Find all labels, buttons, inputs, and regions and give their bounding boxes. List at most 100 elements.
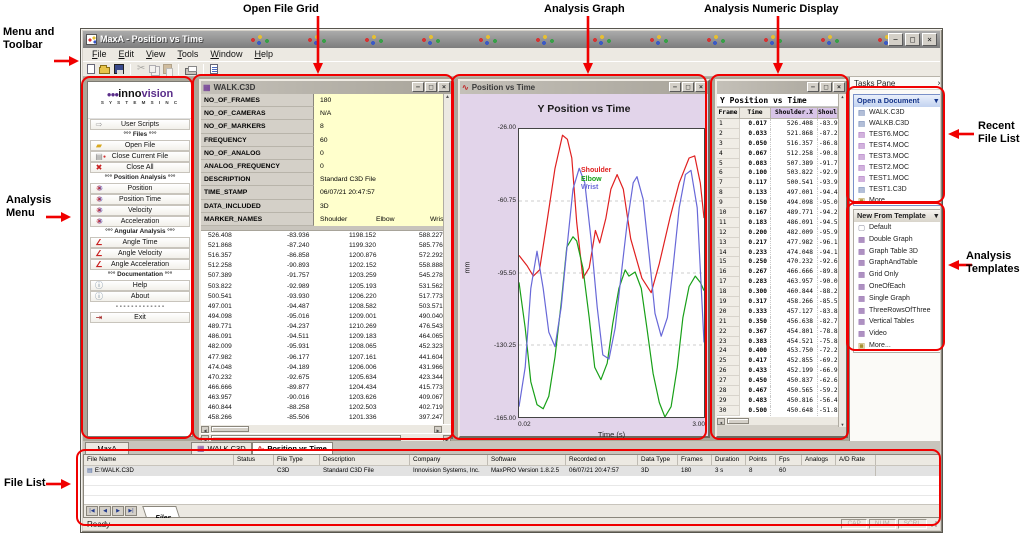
grid-data-row[interactable]: 516.357 -86.858 1200.876 572.292 [201,251,451,261]
numeric-table-row[interactable]: 26 0.433 452.199 -66.9 [717,366,846,377]
file-list-column-header[interactable]: Analogs [802,455,836,465]
numeric-table-row[interactable]: 11 0.183 486.091 -94.5 [717,217,846,228]
maximize-icon[interactable]: □ [820,82,832,92]
grid-data-row[interactable]: 526.408 -83.936 1198.152 588.227 [201,231,451,241]
grid-data-row[interactable]: 489.771 -94.237 1210.269 476.543 [201,322,451,332]
menu-item[interactable]: Edit [113,48,141,61]
file-list-column-header[interactable]: Duration [712,455,746,465]
grid-horizontal-scrollbar[interactable]: ◀ ▶ [201,423,451,433]
grid-data-row[interactable]: 507.389 -91.757 1203.259 545.278 [201,271,451,281]
recent-file-item[interactable]: TEST3.MOC [854,151,940,162]
numeric-table-row[interactable]: 16 0.267 466.666 -89.8 [717,267,846,278]
column-header[interactable]: Time [740,107,771,119]
file-list-column-header[interactable]: Points [746,455,776,465]
grid-data-row[interactable]: 500.541 -93.930 1206.220 517.773 [201,292,451,302]
sidebar-item[interactable]: °°° Angular Analysis °°° [90,227,190,237]
parameter-row[interactable]: MARKER_NAMES Shoulder Elbow Wrist [201,212,451,226]
sidebar-item[interactable]: Angle Time [90,237,190,248]
last-record-icon[interactable]: ▶| [125,506,137,516]
template-item[interactable]: Single Graph [854,293,940,305]
parameter-row[interactable]: FREQUENCY 60 [201,133,451,147]
maximize-icon[interactable]: □ [425,82,437,92]
scroll-left-icon[interactable]: ◀ [201,425,209,433]
minimize-icon[interactable]: − [807,82,819,92]
numeric-table-row[interactable]: 29 0.483 450.816 -56.4 [717,395,846,406]
parameter-row[interactable]: NO_OF_ANALOG 0 [201,146,451,160]
scroll-right-icon[interactable]: ▶ [434,425,442,433]
print-icon[interactable] [185,65,198,75]
template-item[interactable]: Default [854,222,940,234]
titlebar[interactable]: MaxA - Position vs Time − □ × [83,31,940,48]
file-list-column-header[interactable]: Fps [776,455,802,465]
numeric-table-row[interactable]: 15 0.250 470.232 -92.6 [717,257,846,268]
grid-data-row[interactable]: 482.009 -95.931 1208.065 452.323 [201,342,451,352]
scrollbar-thumb[interactable] [211,434,401,441]
new-file-icon[interactable] [87,64,95,74]
cut-icon[interactable]: ✂ [137,64,145,74]
scrollbar-thumb[interactable] [727,418,749,424]
sidebar-item[interactable]: Exit [90,312,190,323]
sidebar-item[interactable]: Angle Velocity [90,248,190,259]
numeric-table-row[interactable]: 7 0.117 500.541 -93.9 [717,178,846,189]
template-item[interactable]: GraphAndTable [854,257,940,269]
numeric-table-row[interactable]: 12 0.200 482.009 -95.9 [717,227,846,238]
minimize-icon[interactable]: − [412,82,424,92]
recent-file-item[interactable]: WALK.C3D [854,107,940,118]
recent-file-item[interactable]: TEST2.MOC [854,162,940,173]
numeric-table-row[interactable]: 17 0.283 463.957 -90.0 [717,277,846,288]
sidebar-item[interactable]: Angle Acceleration [90,259,190,270]
parameter-row[interactable]: ANALOG_FREQUENCY 0 [201,159,451,174]
first-record-icon[interactable]: |◀ [86,506,98,516]
numeric-table-row[interactable]: 3 0.050 516.357 -86.8 [717,138,846,149]
grid-data-row[interactable]: 474.048 -94.189 1206.006 431.966 [201,363,451,373]
grid-data-row[interactable]: 521.868 -87.240 1199.320 585.776 [201,241,451,251]
menu-item[interactable]: Help [248,48,279,61]
numeric-table-row[interactable]: 1 0.017 526.408 -83.9 [717,119,846,129]
numeric-table-row[interactable]: 20 0.333 457.127 -83.8 [717,306,846,317]
sidebar-item[interactable]: Open File [90,140,190,151]
maximize-icon[interactable]: □ [905,33,920,46]
numeric-table-row[interactable]: 23 0.383 454.521 -75.8 [717,336,846,347]
template-item[interactable]: Vertical Tables [854,316,940,328]
tab-maxa[interactable]: MaxA [85,442,129,454]
grid-data-row[interactable]: 486.091 -94.511 1209.183 464.065 [201,332,451,342]
grid-data-row[interactable]: 466.666 -89.877 1204.434 415.773 [201,383,451,393]
sidebar-item[interactable]: Close Current File [90,151,190,162]
tab-position-vs-time[interactable]: ∿ Position vs Time [251,442,333,454]
sidebar-item[interactable]: Position [90,183,190,194]
grid-window-titlebar[interactable]: ▦ WALK.C3D − □ × [201,81,451,94]
resize-grip[interactable] [929,519,939,529]
file-list-column-header[interactable]: Recorded on [566,455,638,465]
numeric-table-row[interactable]: 30 0.500 450.648 -51.8 [717,405,846,416]
close-icon[interactable]: × [833,82,845,92]
open-file-icon[interactable] [99,65,110,74]
file-list-column-header[interactable]: Software [488,455,566,465]
paste-icon[interactable] [163,64,174,77]
template-item[interactable]: More... [854,340,940,352]
file-list-column-header[interactable]: Description [320,455,410,465]
files-tab[interactable]: Files [142,505,180,522]
numeric-table-row[interactable]: 22 0.367 454.801 -78.8 [717,326,846,337]
recent-file-item[interactable]: TEST6.MOC [854,129,940,140]
numeric-table-row[interactable]: 14 0.233 474.048 -94.1 [717,247,846,258]
parameter-row[interactable]: DESCRIPTION Standard C3D File [201,173,451,187]
sidebar-item[interactable]: Position Time [90,194,190,205]
parameter-row[interactable]: NO_OF_CAMERAS N/A [201,107,451,121]
chevron-down-icon[interactable]: ▾ [934,95,938,107]
numeric-table-row[interactable]: 9 0.150 494.098 -95.0 [717,198,846,209]
column-header[interactable]: Shoulder.X [771,107,818,119]
numeric-table-row[interactable]: 21 0.350 456.638 -82.7 [717,316,846,327]
sidebar-item[interactable]: °°° Position Analysis °°° [90,173,190,183]
file-list-column-header[interactable]: File Name [84,455,234,465]
maximize-icon[interactable]: □ [682,82,694,92]
numeric-table-row[interactable]: 19 0.317 458.266 -85.5 [717,297,846,307]
grid-data-row[interactable]: 512.258 -90.893 1202.152 558.888 [201,261,451,271]
menu-item[interactable]: View [140,48,171,61]
grid-data-row[interactable]: 463.957 -90.016 1203.626 409.067 [201,393,451,403]
recent-file-item[interactable]: TEST1.MOC [854,173,940,184]
numeric-table-row[interactable]: 13 0.217 477.982 -96.1 [717,237,846,248]
close-icon[interactable]: × [695,82,707,92]
sidebar-item[interactable]: °°° Documentation °°° [90,270,190,280]
new-from-template-header[interactable]: New From Template [857,210,926,222]
column-header[interactable]: Shoulder [818,107,838,119]
